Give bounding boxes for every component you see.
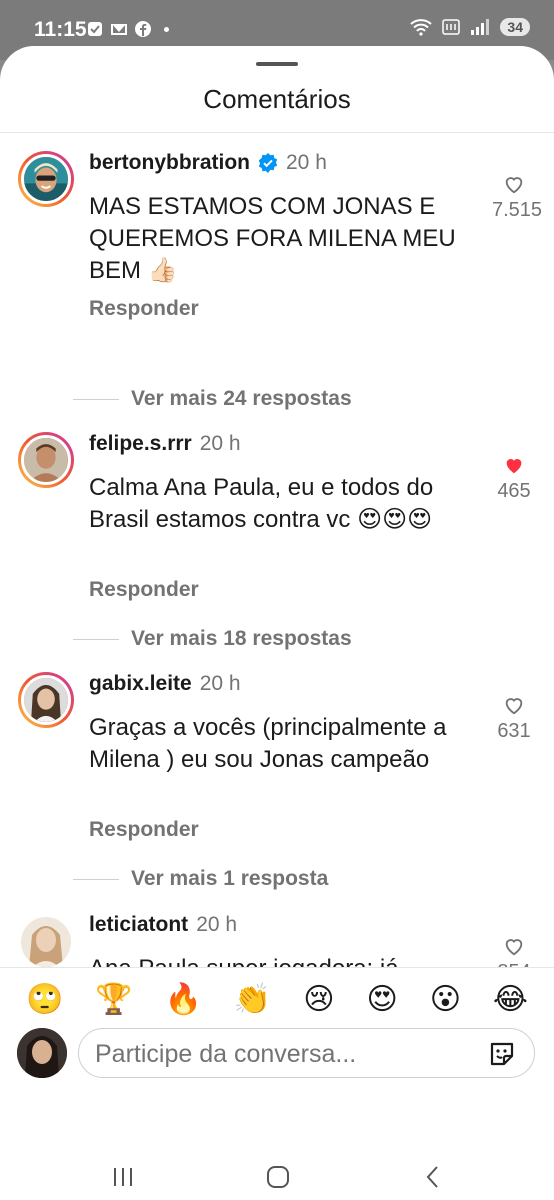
back-button[interactable] bbox=[413, 1160, 453, 1194]
like-button[interactable]: 631 bbox=[492, 694, 536, 743]
reaction-trophy[interactable]: 🏆 bbox=[95, 982, 132, 1018]
like-button[interactable]: 465 bbox=[492, 454, 536, 503]
comments-list[interactable]: bertonybbration 20 h MAS ESTAMOS COM JON… bbox=[0, 133, 554, 1013]
reaction-fire[interactable]: 🔥 bbox=[165, 982, 202, 1018]
notification-app-icon bbox=[88, 22, 102, 36]
like-count: 7.515 bbox=[492, 199, 543, 221]
home-button[interactable] bbox=[258, 1160, 298, 1194]
signal-icon bbox=[471, 19, 490, 35]
like-count: 465 bbox=[497, 480, 531, 502]
comment-time: 20 h bbox=[199, 672, 241, 695]
like-button[interactable]: 7.515 bbox=[492, 173, 543, 222]
comment-header: leticiatont 20 h bbox=[89, 913, 237, 937]
avatar[interactable] bbox=[18, 432, 74, 488]
comment-text: MAS ESTAMOS COM JONAS E QUEREMOS FORA MI… bbox=[89, 193, 456, 284]
comment-username[interactable]: gabix.leite bbox=[89, 672, 192, 696]
sheet-drag-handle[interactable] bbox=[256, 62, 298, 66]
avatar[interactable] bbox=[18, 672, 74, 728]
heart-outline-icon bbox=[505, 698, 523, 715]
comment-text: Graças a vocês (principalmente a Milena … bbox=[89, 714, 447, 773]
comment-username[interactable]: bertonybbration bbox=[89, 151, 250, 175]
reaction-laughing[interactable]: 😂 bbox=[493, 982, 528, 1018]
replies-line bbox=[73, 639, 119, 640]
notification-icons bbox=[86, 20, 169, 38]
comment-time: 20 h bbox=[199, 432, 241, 455]
status-dot bbox=[164, 26, 169, 32]
volte-icon bbox=[442, 19, 461, 35]
verified-badge-icon bbox=[258, 153, 278, 173]
back-icon bbox=[426, 1166, 438, 1188]
facebook-icon bbox=[135, 21, 151, 37]
comment-composer-bar: 🙄 🏆 🔥 👏 😢 😍 😮 😂 bbox=[0, 967, 554, 1154]
battery-indicator: 34 bbox=[500, 18, 530, 36]
view-more-replies-label[interactable]: Ver mais 24 respostas bbox=[131, 387, 352, 411]
home-icon bbox=[267, 1166, 289, 1188]
comment-text: Calma Ana Paula, eu e todos do Brasil es… bbox=[89, 474, 434, 533]
recent-apps-button[interactable] bbox=[103, 1160, 143, 1194]
comment-header: gabix.leite 20 h bbox=[89, 672, 241, 696]
reply-button[interactable]: Responder bbox=[89, 818, 199, 842]
reaction-sad[interactable]: 😢 bbox=[303, 982, 334, 1018]
status-time: 11:15 bbox=[34, 18, 87, 41]
comment-input[interactable] bbox=[95, 1037, 475, 1071]
avatar[interactable] bbox=[21, 917, 71, 967]
comments-sheet: Comentários bertonybbration 20 h MAS EST… bbox=[0, 46, 554, 1200]
sticker-icon[interactable] bbox=[488, 1040, 516, 1068]
system-navigation-bar bbox=[0, 1154, 554, 1200]
view-more-replies-label[interactable]: Ver mais 18 respostas bbox=[131, 627, 352, 651]
mail-icon bbox=[111, 24, 127, 35]
replies-line bbox=[73, 879, 119, 880]
current-user-avatar bbox=[17, 1028, 67, 1078]
sheet-title: Comentários bbox=[203, 84, 351, 114]
reaction-heart-eyes[interactable]: 😍 bbox=[366, 982, 397, 1018]
comment-time: 20 h bbox=[196, 913, 238, 936]
heart-outline-icon bbox=[505, 939, 523, 956]
comment-time: 20 h bbox=[286, 151, 327, 174]
avatar[interactable] bbox=[18, 151, 74, 207]
reaction-surprised[interactable]: 😮 bbox=[430, 982, 461, 1018]
recent-apps-icon bbox=[114, 1168, 132, 1186]
quick-reactions: 🙄 🏆 🔥 👏 😢 😍 😮 😂 bbox=[0, 982, 554, 1018]
reaction-eye-roll[interactable]: 🙄 bbox=[26, 982, 63, 1018]
like-count: 631 bbox=[497, 720, 531, 742]
reaction-clap[interactable]: 👏 bbox=[234, 982, 271, 1018]
comment-header: felipe.s.rrr 20 h bbox=[89, 432, 241, 456]
comment-header: bertonybbration 20 h bbox=[89, 151, 327, 175]
reply-button[interactable]: Responder bbox=[89, 297, 199, 321]
system-icons: 34 bbox=[410, 18, 530, 36]
comment-input-wrapper bbox=[78, 1028, 535, 1078]
replies-line bbox=[73, 399, 119, 400]
heart-filled-icon bbox=[506, 459, 522, 474]
comment-username[interactable]: felipe.s.rrr bbox=[89, 432, 192, 456]
reply-button[interactable]: Responder bbox=[89, 578, 199, 602]
heart-outline-icon bbox=[505, 177, 523, 194]
view-more-replies-label[interactable]: Ver mais 1 resposta bbox=[131, 867, 328, 891]
comment-username[interactable]: leticiatont bbox=[89, 913, 188, 937]
wifi-icon bbox=[410, 19, 433, 36]
